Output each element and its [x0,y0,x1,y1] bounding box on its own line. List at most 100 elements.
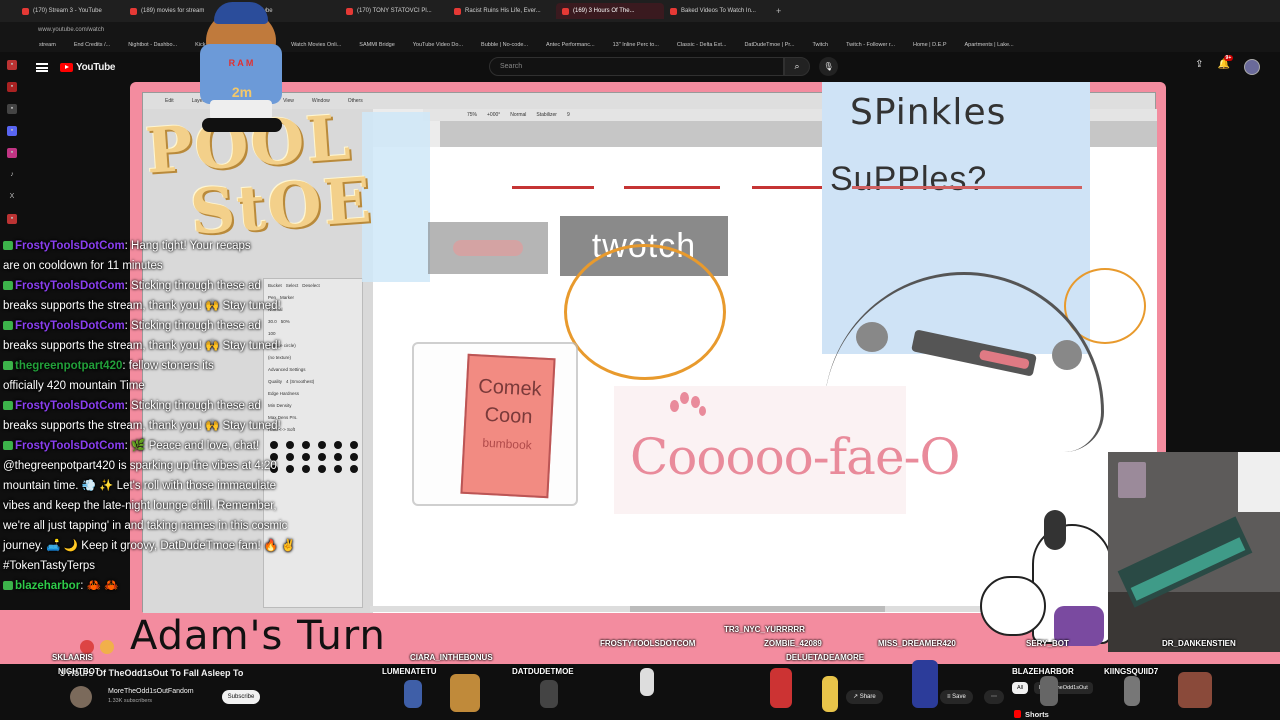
bookmark-item[interactable]: End Credits /... [65,42,119,48]
bear-hat [214,2,268,24]
avatar[interactable] [1244,59,1260,75]
browser-tab-active[interactable]: (169) 3 Hours Of The... [556,3,664,19]
url-text[interactable]: www.youtube.com/watch [38,27,104,33]
viewer-nickname: KIINGSQUIID7 [1104,667,1159,676]
sidebar-app-icon[interactable]: ▪ [7,148,17,158]
viewer-avatar [822,676,838,712]
bookmark-item[interactable]: Classic - Delta Ext... [668,42,736,48]
bookmark-item[interactable]: Watch Movies Onli... [282,42,350,48]
chat-message-line: @thegreenpotpart420 is sparking up the v… [0,456,368,476]
youtube-logo[interactable]: YouTube [60,62,116,73]
save-button[interactable]: ≡ Save [940,690,973,704]
adams-turn-title: Adam's Turn [130,613,386,659]
chat-badge-icon [3,281,13,290]
blend-mode[interactable]: Normal [510,112,526,118]
bookmark-item[interactable]: Home | D.E.P [904,42,956,48]
chat-text: mountain time. 💨 ✨ Let's roll with those… [3,480,277,492]
bear-pants [210,100,272,120]
address-bar[interactable]: www.youtube.com/watch [0,22,1280,38]
viewer-avatar [1124,676,1140,706]
microphone-icon[interactable]: 🎙 [819,57,838,76]
youtube-favicon-icon [562,7,569,15]
chat-message-line: breaks supports the stream, thank you! 🙌… [0,336,368,356]
browser-tab[interactable]: (170) TONY STATOVCI Pl... [340,3,448,19]
bookmark-item[interactable]: Twitch - Follower r... [837,42,904,48]
tab-label: (189) movies for stream [141,8,205,14]
bookmark-item[interactable]: Apartments | Lake... [956,42,1023,48]
bookmark-item[interactable]: stream [30,42,65,48]
browser-tab[interactable]: (170) Stream 3 - YouTube [16,3,124,19]
x-icon[interactable]: X [7,192,17,202]
menu-icon[interactable] [36,62,48,72]
chip-all[interactable]: All [1012,682,1029,694]
sidebar-app-icon[interactable]: ▪ [7,214,17,224]
angle-value[interactable]: +000° [487,112,500,118]
eye-right [1052,340,1082,370]
sidebar-app-icon[interactable]: ▪ [7,126,17,136]
chat-username[interactable]: FrostyToolsDotCom [15,400,125,412]
bookmark-item[interactable]: 13" Inline Perc to... [604,42,668,48]
app-menu-item[interactable]: Others [348,98,363,104]
youtube-favicon-icon [346,7,353,15]
youtube-favicon-icon [670,7,677,15]
chat-username[interactable]: thegreenpotpart420 [15,360,122,372]
channel-name[interactable]: MoreTheOdd1sOutFandom [108,688,194,695]
chat-username[interactable]: FrostyToolsDotCom [15,320,125,332]
youtube-favicon-icon [454,7,461,15]
chat-username[interactable]: FrostyToolsDotCom [15,240,125,252]
channel-avatar[interactable] [70,686,92,708]
zoom-level[interactable]: 75% [467,112,477,118]
browser-tab[interactable]: Racist Ruins His Life, Ever... [448,3,556,19]
jaiden-character [980,576,1046,636]
app-menu-item[interactable]: Edit [165,98,174,104]
chat-username[interactable]: FrostyToolsDotCom [15,280,125,292]
tab-label: Racist Ruins His Life, Ever... [465,8,541,14]
tiktok-icon[interactable]: ♪ [7,170,17,180]
bookmark-item[interactable]: YouTube Video Do... [404,42,472,48]
webcam-window [1238,452,1280,512]
chik-sign-text: Cooooo-fae-O [630,428,960,486]
sidebar-app-icon[interactable]: ▪ [7,104,17,114]
chat-message-line: thegreenpotpart420: fellow stoners its [0,356,368,376]
chat-text: : Sticking through these ad [124,400,261,412]
bookmark-item[interactable]: Antec Performanc... [537,42,604,48]
eye-left [856,322,888,352]
viewer-avatar [1178,672,1212,708]
bookmark-item[interactable]: Nightbot - Dashbo... [119,42,186,48]
chat-text: : 🦀 🦀 [80,580,119,592]
bookmark-item[interactable]: DatDudeTmoe | Pr... [735,42,803,48]
notifications-icon[interactable]: 🔔 9+ [1218,55,1234,75]
viewer-nickname: NIGHTBOT [58,667,100,676]
search-input[interactable]: Search [489,57,784,76]
bookmark-item[interactable]: Twitch [803,42,837,48]
chat-username[interactable]: blazeharbor [15,580,80,592]
sidebar-app-icon[interactable]: ▪ [7,82,17,92]
bookmark-item[interactable]: Bubble | No-code... [472,42,537,48]
bookmark-item[interactable]: SAMMI Bridge [350,42,403,48]
viewer-avatar [404,680,422,708]
viewer-nickname: DATDUDETMOE [512,667,574,676]
new-tab-icon[interactable]: + [776,6,781,16]
chat-username[interactable]: FrostyToolsDotCom [15,440,125,452]
faded-sign [428,222,548,274]
chat-badge-icon [3,401,13,410]
canvas-scrollbar[interactable] [370,606,990,612]
adam-badges [80,640,114,654]
stabilizer-value[interactable]: 9 [567,112,570,118]
share-button[interactable]: ↗ Share [846,690,883,704]
sidebar-app-icon[interactable]: ▪ [7,60,17,70]
viewer-avatar [640,668,654,696]
subscribe-button[interactable]: Subscribe [222,690,260,704]
comek-text: Comek [477,375,543,401]
chat-message-line: FrostyToolsDotCom: Sticking through thes… [0,396,368,416]
chat-message-line: FrostyToolsDotCom: Sticking through thes… [0,276,368,296]
tab-label: (169) 3 Hours Of The... [573,8,635,14]
chat-message-line: breaks supports the stream, thank you! 🙌… [0,416,368,436]
search-icon[interactable]: ⌕ [784,57,810,76]
chat-text: journey. 🛋️ 🌙 Keep it groovy, DatDudeTmo… [3,540,296,552]
browser-tab[interactable]: Baked Videos To Watch In... [664,3,772,19]
more-actions-button[interactable]: ⋯ [984,690,1004,704]
save-label: Save [952,694,966,700]
upload-icon[interactable]: ⇪ [1195,59,1203,75]
chat-message-line: FrostyToolsDotCom: Sticking through thes… [0,316,368,336]
